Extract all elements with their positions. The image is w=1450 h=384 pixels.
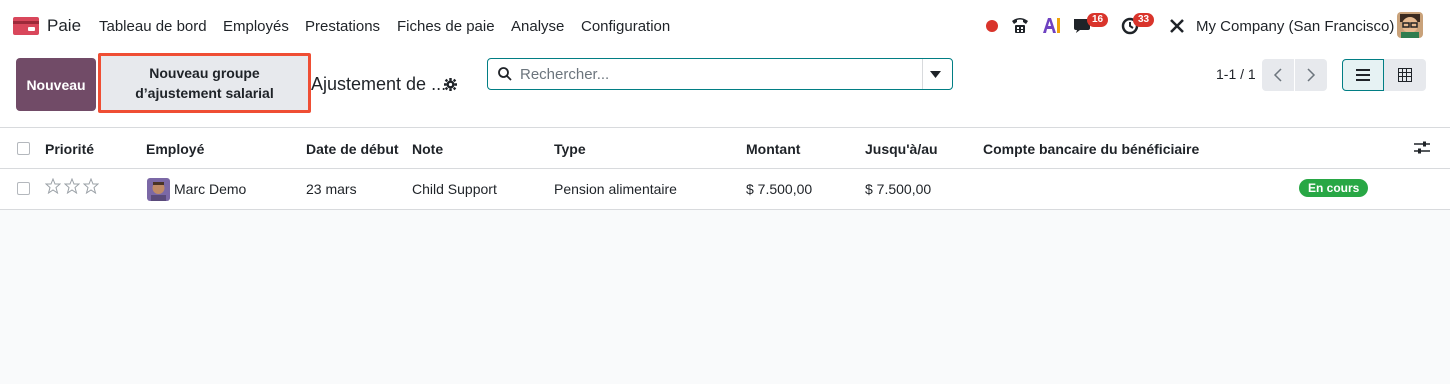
- list-view-button[interactable]: [1342, 59, 1384, 91]
- list-view-icon: [1356, 69, 1370, 81]
- payroll-app-icon[interactable]: [13, 17, 39, 35]
- caret-down-icon[interactable]: [930, 71, 941, 78]
- recording-dot-icon[interactable]: [986, 20, 998, 32]
- pager-next-button[interactable]: [1295, 59, 1327, 91]
- phone-icon[interactable]: [1010, 16, 1030, 34]
- menu-payslips[interactable]: Fiches de paie: [397, 18, 495, 35]
- type-cell: Pension alimentaire: [554, 181, 677, 197]
- pager-value[interactable]: 1-1 / 1: [1216, 66, 1256, 82]
- app-name[interactable]: Paie: [47, 16, 81, 36]
- menu-configuration[interactable]: Configuration: [581, 18, 670, 35]
- star-icon[interactable]: [45, 178, 61, 194]
- gear-icon[interactable]: [444, 78, 457, 91]
- employee-avatar: [147, 178, 170, 201]
- page-title: Ajustement de ...: [311, 74, 447, 94]
- menu-reporting[interactable]: Analyse: [511, 18, 564, 35]
- ai-icon[interactable]: [1042, 17, 1060, 33]
- tools-icon[interactable]: [1169, 18, 1185, 34]
- new-button[interactable]: Nouveau: [16, 58, 96, 111]
- select-all-checkbox[interactable]: [17, 142, 30, 155]
- table-row[interactable]: Marc Demo 23 mars Child Support Pension …: [0, 169, 1450, 210]
- star-icon[interactable]: [64, 178, 80, 194]
- until-cell: $ 7.500,00: [865, 181, 932, 197]
- column-priority[interactable]: Priorité: [45, 141, 94, 157]
- chevron-right-icon: [1307, 68, 1316, 82]
- search-bar: [487, 58, 953, 90]
- amount-cell: $ 7.500,00: [746, 181, 813, 197]
- control-panel: Nouveau Nouveau groupe d’ajustement sala…: [0, 50, 1450, 128]
- star-icon[interactable]: [83, 178, 99, 194]
- note-cell: Child Support: [412, 181, 497, 197]
- salary-adjustments-list: Priorité Employé Date de début Note Type…: [0, 128, 1450, 210]
- menu-employees[interactable]: Employés: [223, 18, 289, 35]
- column-amount[interactable]: Montant: [746, 141, 800, 157]
- chevron-left-icon: [1273, 68, 1282, 82]
- activities-count-badge: 33: [1133, 13, 1155, 27]
- pager-previous-button[interactable]: [1262, 59, 1294, 91]
- status-badge: En cours: [1299, 179, 1369, 197]
- column-bank-account[interactable]: Compte bancaire du bénéficiaire: [983, 141, 1199, 157]
- pivot-table-icon: [1398, 68, 1412, 82]
- new-salary-adjustment-group-button[interactable]: Nouveau groupe d’ajustement salarial: [98, 53, 311, 113]
- row-checkbox[interactable]: [17, 182, 30, 195]
- pivot-view-button[interactable]: [1384, 59, 1426, 91]
- top-navbar: Paie Tableau de bord Employés Prestation…: [0, 0, 1450, 50]
- priority-stars: [45, 178, 99, 194]
- menu-dashboard[interactable]: Tableau de bord: [99, 18, 207, 35]
- column-until[interactable]: Jusqu'à/au: [865, 141, 938, 157]
- column-type[interactable]: Type: [554, 141, 586, 157]
- search-icon[interactable]: [498, 67, 512, 81]
- column-employee[interactable]: Employé: [146, 141, 204, 157]
- employee-name[interactable]: Marc Demo: [174, 181, 246, 197]
- start-date-cell: 23 mars: [306, 181, 357, 197]
- column-note[interactable]: Note: [412, 141, 443, 157]
- column-start-date[interactable]: Date de début: [306, 141, 399, 157]
- menu-benefits[interactable]: Prestations: [305, 18, 380, 35]
- search-divider: [922, 59, 923, 89]
- user-avatar[interactable]: [1397, 12, 1423, 38]
- messages-count-badge: 16: [1087, 13, 1109, 27]
- search-input[interactable]: [520, 59, 920, 89]
- table-header: Priorité Employé Date de début Note Type…: [0, 128, 1450, 169]
- company-switcher[interactable]: My Company (San Francisco): [1196, 18, 1394, 35]
- optional-columns-icon[interactable]: [1414, 141, 1430, 155]
